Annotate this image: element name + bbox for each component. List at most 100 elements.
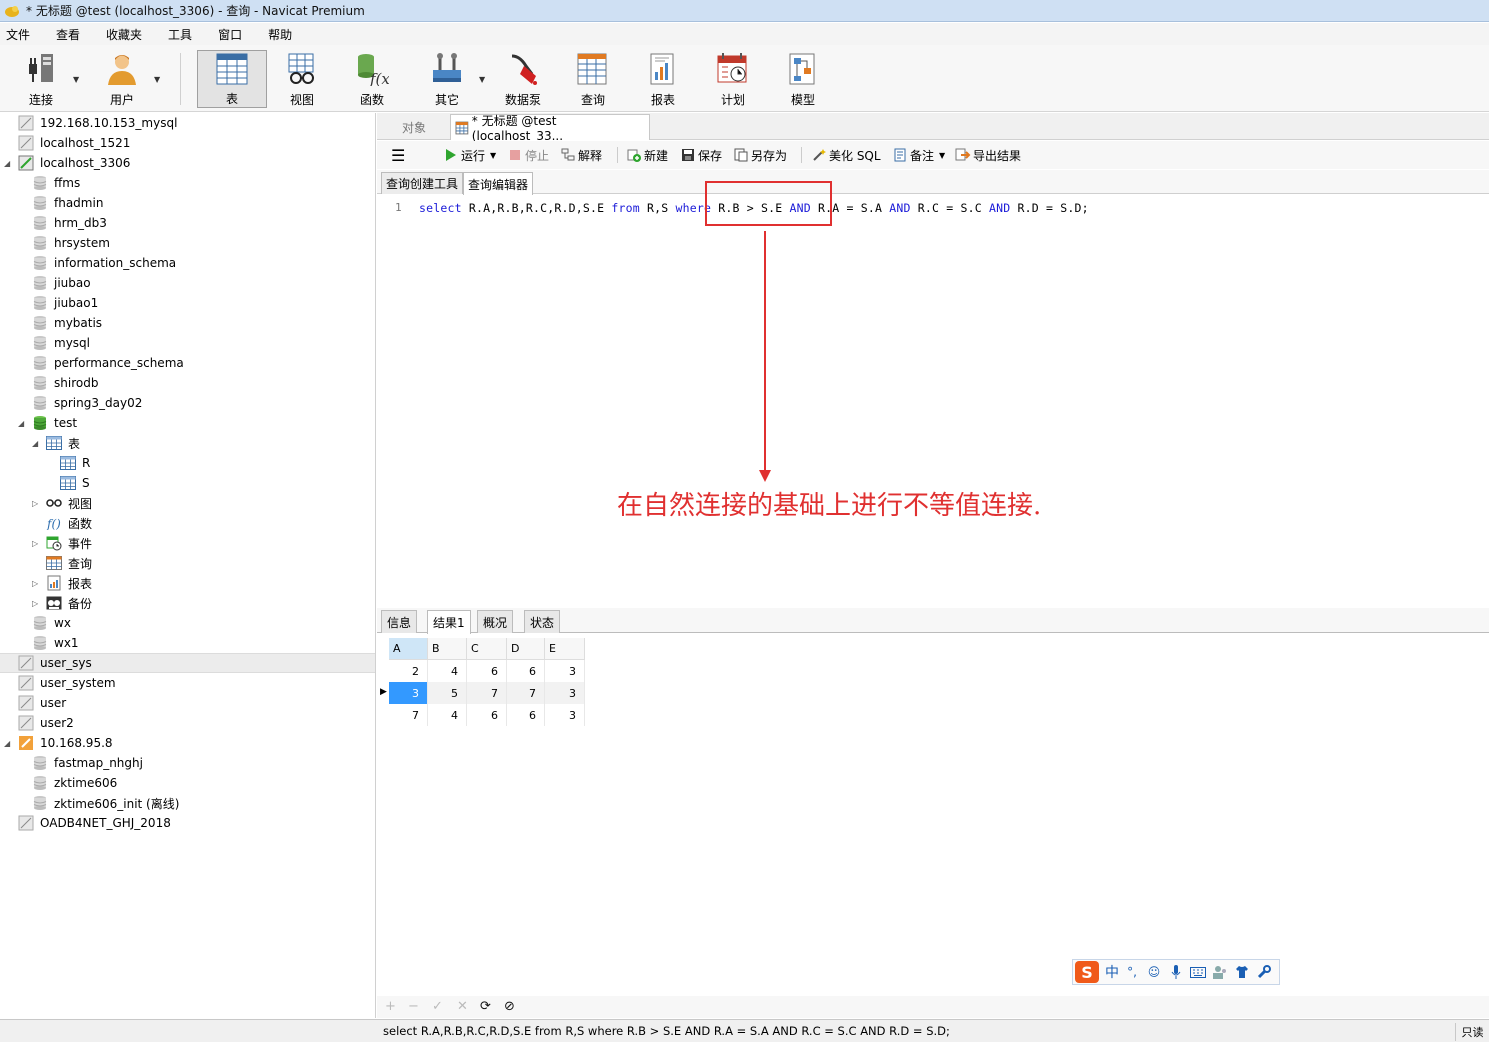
table-cell[interactable]: 6 xyxy=(507,660,545,682)
menu-tools[interactable]: 工具 xyxy=(168,26,192,43)
menu-help[interactable]: 帮助 xyxy=(268,26,292,43)
comment-button[interactable]: 备注 ▼ xyxy=(892,147,945,163)
table-cell[interactable]: 3 xyxy=(545,660,585,682)
table-cell[interactable]: 6 xyxy=(507,704,545,726)
tree-item[interactable]: mybatis xyxy=(0,313,375,333)
expanded-arrow-icon[interactable]: ◢ xyxy=(18,419,24,428)
table-cell[interactable]: 3 xyxy=(545,704,585,726)
column-header[interactable]: C xyxy=(467,638,507,660)
refresh-icon[interactable]: ⟳ xyxy=(480,999,491,1014)
datapump-button[interactable]: 数据泵 xyxy=(488,50,558,108)
tree-item[interactable]: wx xyxy=(0,613,375,633)
tree-item[interactable]: user_sys xyxy=(0,653,375,673)
column-header[interactable]: B xyxy=(428,638,467,660)
table-cell[interactable]: 3 xyxy=(545,682,585,704)
tree-item[interactable]: zktime606 xyxy=(0,773,375,793)
save-as-button[interactable]: 另存为 xyxy=(733,147,787,163)
column-header[interactable]: E xyxy=(545,638,585,660)
tree-item[interactable]: jiubao xyxy=(0,273,375,293)
tree-item[interactable]: f() 函数 xyxy=(0,513,375,533)
tree-item[interactable]: wx1 xyxy=(0,633,375,653)
wrench-icon[interactable] xyxy=(1255,964,1273,980)
view-button[interactable]: 视图 xyxy=(267,50,337,108)
schedule-button[interactable]: 计划 xyxy=(698,50,768,108)
collapsed-arrow-icon[interactable]: ▷ xyxy=(32,579,38,588)
report-button[interactable]: 报表 xyxy=(628,50,698,108)
users-icon[interactable] xyxy=(1211,964,1229,980)
model-button[interactable]: 模型 xyxy=(768,50,838,108)
run-dropdown-icon[interactable]: ▼ xyxy=(490,151,496,160)
tree-item[interactable]: user xyxy=(0,693,375,713)
expanded-arrow-icon[interactable]: ◢ xyxy=(32,439,38,448)
tree-item[interactable]: ◢ 表 xyxy=(0,433,375,453)
comment-dropdown-icon[interactable]: ▼ xyxy=(939,151,945,160)
user-dropdown-icon[interactable]: ▼ xyxy=(154,75,160,84)
tree-item[interactable]: zktime606_init (离线) xyxy=(0,793,375,813)
tree-item[interactable]: ▷ 报表 xyxy=(0,573,375,593)
tab-query[interactable]: * 无标题 @test (localhost_33... xyxy=(450,114,650,143)
tree-item[interactable]: information_schema xyxy=(0,253,375,273)
tree-item[interactable]: 查询 xyxy=(0,553,375,573)
table-cell[interactable]: 6 xyxy=(467,704,507,726)
tree-item[interactable]: user_system xyxy=(0,673,375,693)
collapsed-arrow-icon[interactable]: ▷ xyxy=(32,539,38,548)
tree-item[interactable]: ffms xyxy=(0,173,375,193)
tree-item[interactable]: user2 xyxy=(0,713,375,733)
function-button[interactable]: f(x) 函数 xyxy=(337,50,407,108)
collapsed-arrow-icon[interactable]: ▷ xyxy=(32,499,38,508)
save-button[interactable]: 保存 xyxy=(680,147,722,163)
tree-item[interactable]: shirodb xyxy=(0,373,375,393)
tab-status[interactable]: 状态 xyxy=(524,610,561,633)
delete-record-icon[interactable]: − xyxy=(408,999,419,1014)
apply-changes-icon[interactable]: ✓ xyxy=(432,999,443,1014)
explain-button[interactable]: 解释 xyxy=(560,147,602,163)
new-query-button[interactable]: 新建 xyxy=(626,147,668,163)
add-record-icon[interactable]: + xyxy=(385,999,396,1014)
table-cell[interactable]: 5 xyxy=(428,682,467,704)
menu-favorites[interactable]: 收藏夹 xyxy=(106,26,142,43)
run-button[interactable]: 运行 ▼ xyxy=(443,147,496,163)
export-result-button[interactable]: 导出结果 xyxy=(955,147,1021,163)
tree-item[interactable]: spring3_day02 xyxy=(0,393,375,413)
discard-changes-icon[interactable]: ✕ xyxy=(457,999,468,1014)
ime-toolbar[interactable]: S 中 °, ☺ xyxy=(1072,959,1280,985)
keyboard-icon[interactable] xyxy=(1189,964,1207,980)
tab-query-editor[interactable]: 查询编辑器 xyxy=(463,172,534,195)
other-button[interactable]: 其它 xyxy=(412,50,482,108)
tree-item[interactable]: OADB4NET_GHJ_2018 xyxy=(0,813,375,833)
tree-item[interactable]: ◢ test xyxy=(0,413,375,433)
table-cell[interactable]: 7 xyxy=(389,704,428,726)
table-cell[interactable]: 3 xyxy=(389,682,428,704)
emoji-icon[interactable]: ☺ xyxy=(1145,964,1163,980)
tree-item[interactable]: ▷ 事件 xyxy=(0,533,375,553)
tree-item[interactable]: ◢ localhost_3306 xyxy=(0,153,375,173)
collapsed-arrow-icon[interactable]: ▷ xyxy=(32,599,38,608)
connect-button[interactable]: 连接 xyxy=(6,50,76,108)
skin-shirt-icon[interactable] xyxy=(1233,964,1251,980)
expanded-arrow-icon[interactable]: ◢ xyxy=(4,159,10,168)
tree-item[interactable]: ▷ 备份 xyxy=(0,593,375,613)
tree-item[interactable]: fhadmin xyxy=(0,193,375,213)
other-dropdown-icon[interactable]: ▼ xyxy=(479,75,485,84)
stop-button[interactable]: 停止 xyxy=(507,147,549,163)
table-button[interactable]: 表 xyxy=(197,50,267,108)
table-cell[interactable]: 4 xyxy=(428,704,467,726)
tab-query-builder[interactable]: 查询创建工具 xyxy=(381,172,464,194)
tab-profile[interactable]: 概况 xyxy=(477,610,514,633)
tree-item[interactable]: ▷ 视图 xyxy=(0,493,375,513)
tree-item[interactable]: R xyxy=(0,453,375,473)
tree-item[interactable]: S xyxy=(0,473,375,493)
tree-item[interactable]: localhost_1521 xyxy=(0,133,375,153)
expanded-arrow-icon[interactable]: ◢ xyxy=(4,739,10,748)
tree-item[interactable]: fastmap_nhghj xyxy=(0,753,375,773)
sql-editor[interactable]: 1 select R.A,R.B,R.C,R.D,S.E from R,S wh… xyxy=(377,181,1489,605)
menu-file[interactable]: 文件 xyxy=(6,26,30,43)
stop-loading-icon[interactable]: ⊘ xyxy=(504,999,515,1014)
table-cell[interactable]: 6 xyxy=(467,660,507,682)
tree-item[interactable]: hrm_db3 xyxy=(0,213,375,233)
tree-item[interactable]: 192.168.10.153_mysql xyxy=(0,113,375,133)
tab-info[interactable]: 信息 xyxy=(381,610,418,633)
microphone-icon[interactable] xyxy=(1167,964,1185,980)
query-button[interactable]: 查询 xyxy=(558,50,628,108)
connect-dropdown-icon[interactable]: ▼ xyxy=(73,75,79,84)
